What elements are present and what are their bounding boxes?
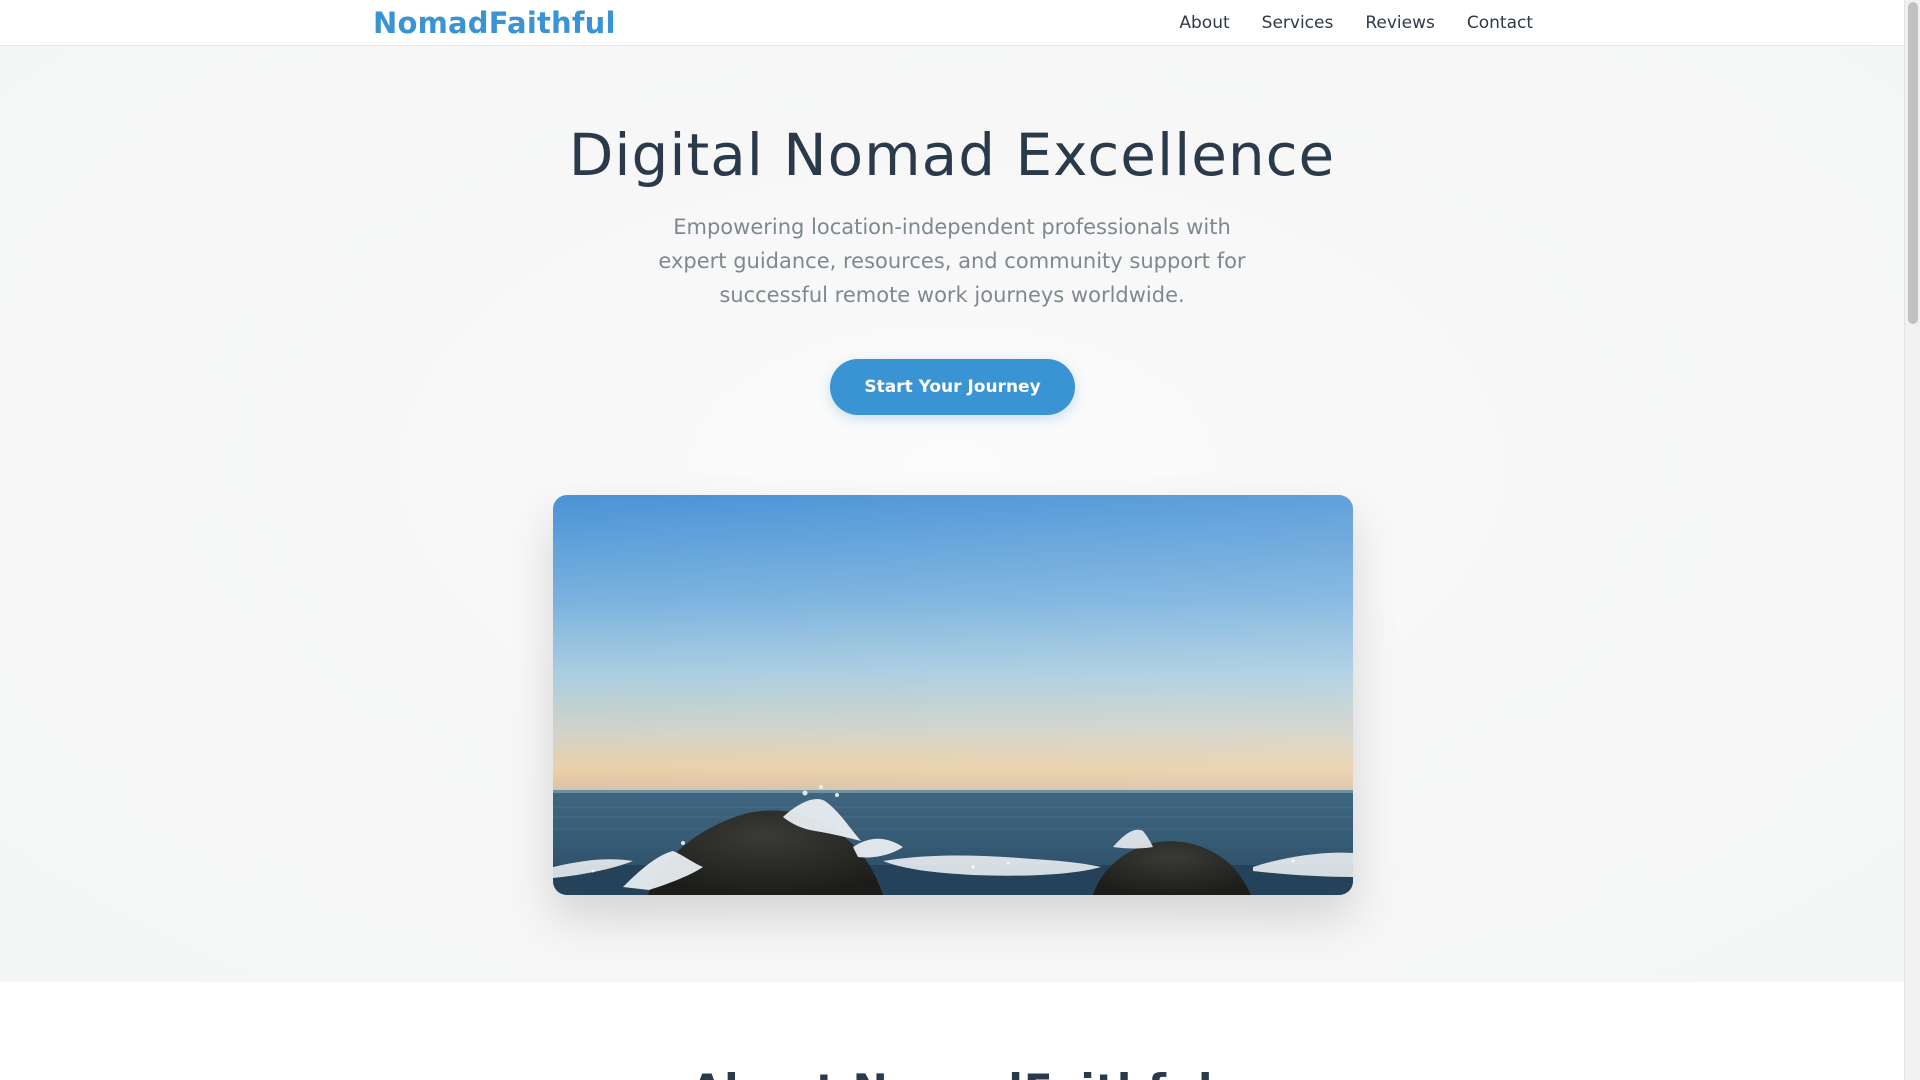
nav-link-contact[interactable]: Contact xyxy=(1467,12,1533,34)
scrollbar-thumb[interactable] xyxy=(1908,2,1918,324)
page-scrollbar[interactable] xyxy=(1904,0,1920,1080)
nav-link-about[interactable]: About xyxy=(1179,12,1229,34)
brand-logo[interactable]: NomadFaithful xyxy=(373,6,616,40)
about-heading: About NomadFaithful xyxy=(0,1065,1904,1080)
hero-title: Digital Nomad Excellence xyxy=(568,121,1336,189)
hero-subtitle: Empowering location-independent professi… xyxy=(658,215,1246,307)
nav-link-services[interactable]: Services xyxy=(1262,12,1334,34)
start-journey-button[interactable]: Start Your Journey xyxy=(830,359,1075,415)
hero-image xyxy=(553,495,1353,895)
nav-links: About Services Reviews Contact xyxy=(1179,12,1533,34)
page: NomadFaithful About Services Reviews Con… xyxy=(0,0,1920,1080)
navbar: NomadFaithful About Services Reviews Con… xyxy=(0,0,1904,46)
nav-link-reviews[interactable]: Reviews xyxy=(1365,12,1435,34)
hero-section: Digital Nomad Excellence Empowering loca… xyxy=(0,46,1904,982)
